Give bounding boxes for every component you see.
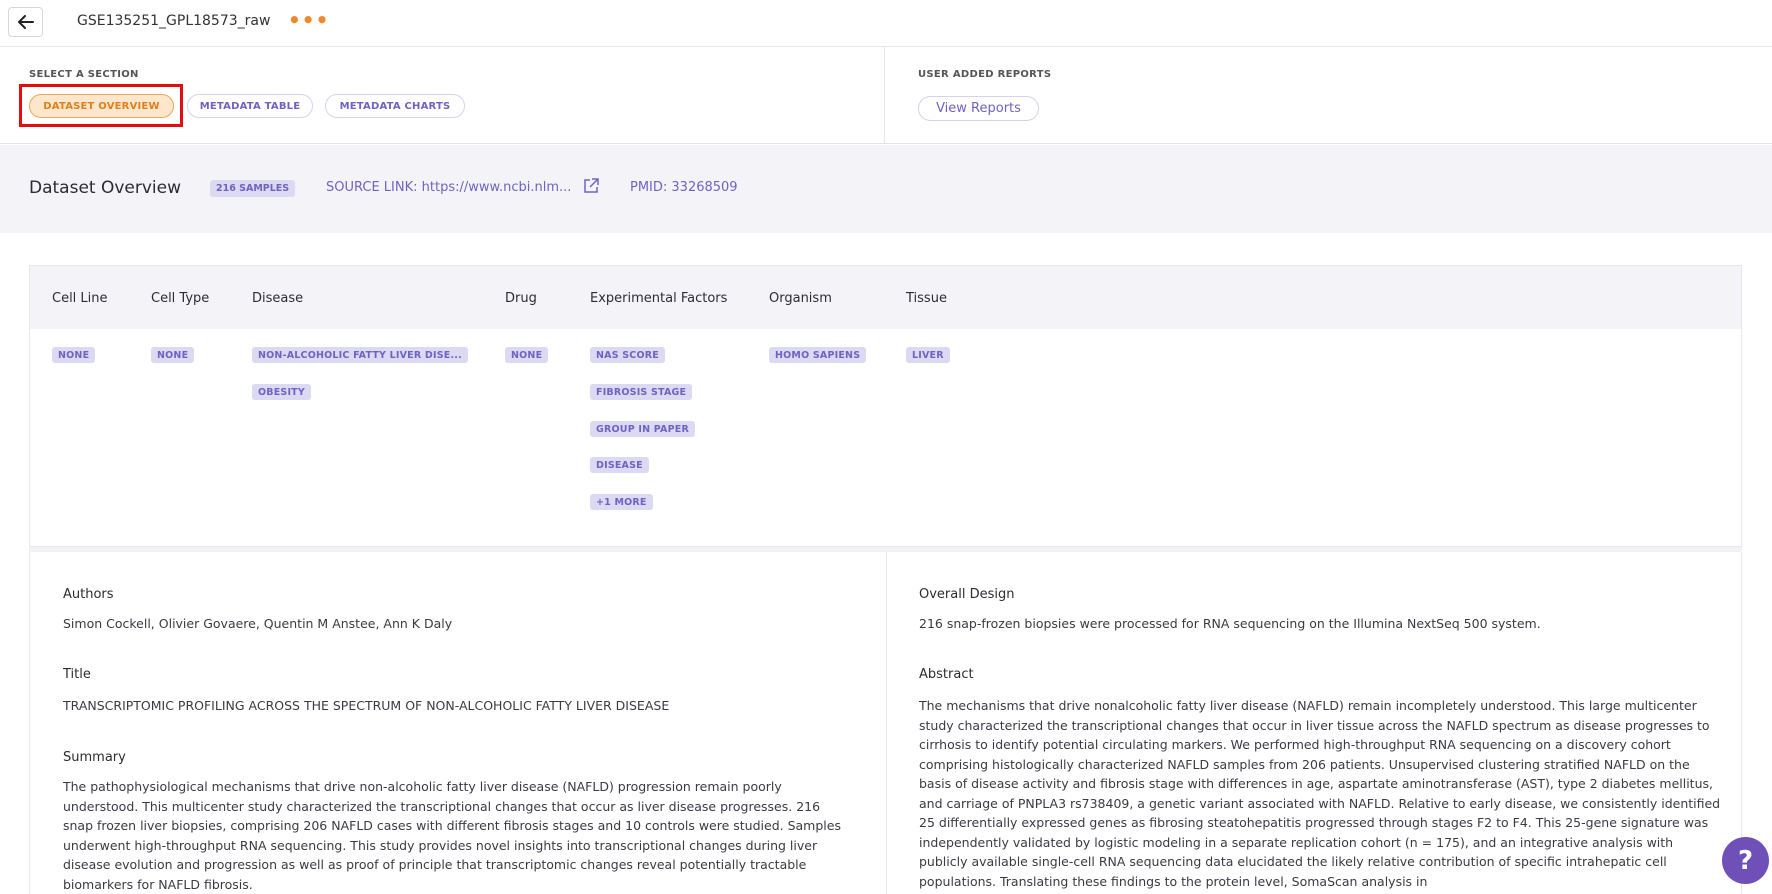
tag-factor-nas-score[interactable]: NAS SCORE <box>590 347 665 363</box>
col-head-cell-line: Cell Line <box>52 291 108 306</box>
tag-cell-type-none[interactable]: NONE <box>151 347 195 363</box>
abstract-label: Abstract <box>919 667 974 682</box>
top-bar: GSE135251_GPL18573_raw ••• <box>0 0 1772 47</box>
tag-organism-homo-sapiens[interactable]: HOMO SAPIENS <box>769 347 867 363</box>
col-head-cell-type: Cell Type <box>151 291 210 306</box>
tag-cell-line-none[interactable]: NONE <box>52 347 96 363</box>
external-link-icon[interactable] <box>583 178 599 194</box>
tab-metadata-table[interactable]: METADATA TABLE <box>187 94 313 118</box>
more-options-icon[interactable]: ••• <box>288 10 329 30</box>
authors-text: Simon Cockell, Olivier Govaere, Quentin … <box>63 616 453 631</box>
tag-tissue-liver[interactable]: LIVER <box>906 347 950 363</box>
reports-heading: USER ADDED REPORTS <box>918 69 1052 80</box>
overall-design-label: Overall Design <box>919 587 1015 602</box>
tab-metadata-charts[interactable]: METADATA CHARTS <box>325 94 465 118</box>
source-link[interactable]: SOURCE LINK: https://www.ncbi.nlm... <box>326 180 571 195</box>
abstract-text: The mechanisms that drive nonalcoholic f… <box>919 698 1721 889</box>
tag-factor-fibrosis-stage[interactable]: FIBROSIS STAGE <box>590 384 693 400</box>
page-title: Dataset Overview <box>29 178 182 198</box>
col-head-tissue: Tissue <box>906 291 947 306</box>
authors-label: Authors <box>63 587 114 602</box>
tag-factor-group-in-paper[interactable]: GROUP IN PAPER <box>590 421 695 437</box>
arrow-left-icon <box>17 15 34 29</box>
section-selector-row: SELECT A SECTION DATASET OVERVIEW METADA… <box>0 47 1772 144</box>
view-reports-button[interactable]: View Reports <box>918 96 1039 121</box>
tag-factor-disease[interactable]: DISEASE <box>590 457 649 473</box>
col-head-experimental-factors: Experimental Factors <box>590 291 728 306</box>
col-head-organism: Organism <box>769 291 832 306</box>
details-panel: Authors Simon Cockell, Olivier Govaere, … <box>29 552 1742 894</box>
tag-disease-obesity[interactable]: OBESITY <box>252 384 311 400</box>
tag-factor-more[interactable]: +1 MORE <box>590 494 653 510</box>
dataset-title: GSE135251_GPL18573_raw <box>77 13 271 29</box>
details-divider <box>886 552 887 894</box>
help-button[interactable]: ? <box>1722 837 1769 884</box>
summary-label: Summary <box>63 750 126 765</box>
section-heading: SELECT A SECTION <box>29 69 139 80</box>
back-button[interactable] <box>8 7 43 37</box>
pmid-link[interactable]: PMID: 33268509 <box>630 180 738 195</box>
tag-disease-nafld[interactable]: NON-ALCOHOLIC FATTY LIVER DISE... <box>252 347 468 363</box>
tag-drug-none[interactable]: NONE <box>505 347 549 363</box>
section-selector: SELECT A SECTION DATASET OVERVIEW METADA… <box>0 47 885 144</box>
col-head-drug: Drug <box>505 291 537 306</box>
metadata-header: Cell Line Cell Type Disease Drug Experim… <box>30 266 1741 329</box>
overview-band: Dataset Overview 216 SAMPLES SOURCE LINK… <box>0 145 1772 233</box>
title-text: TRANSCRIPTOMIC PROFILING ACROSS THE SPEC… <box>63 698 670 713</box>
summary-text: The pathophysiological mechanisms that d… <box>63 779 841 892</box>
title-label: Title <box>63 667 91 682</box>
col-head-disease: Disease <box>252 291 304 306</box>
overall-design-text: 216 snap-frozen biopsies were processed … <box>919 616 1541 631</box>
tab-dataset-overview[interactable]: DATASET OVERVIEW <box>29 94 174 118</box>
metadata-card: Cell Line Cell Type Disease Drug Experim… <box>29 265 1742 547</box>
samples-badge: 216 SAMPLES <box>210 180 296 197</box>
